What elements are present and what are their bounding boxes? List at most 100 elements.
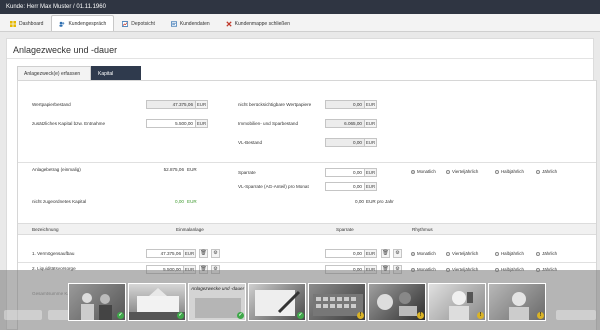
subtab-kapital-zuordnen[interactable]: Kapital zuordnen xyxy=(91,66,141,91)
radio-dot xyxy=(495,251,499,256)
thumb-caption: Anlagezwecke und -dauer xyxy=(191,286,245,291)
tab-label: Kundendaten xyxy=(179,20,210,27)
radio-label: Monatlich xyxy=(417,251,436,256)
pro-jahr-unit: EUR pro Jahr xyxy=(366,199,394,204)
unit-addon: EUR xyxy=(365,119,377,128)
wertpapierbestand-label: Wertpapierbestand xyxy=(32,102,71,107)
vl-bestand-field: 0,00 xyxy=(325,138,365,147)
check-icon: ✓ xyxy=(237,312,244,319)
unit-addon: EUR xyxy=(196,119,208,128)
row-divider xyxy=(18,262,596,263)
unit-label: EUR xyxy=(187,167,197,172)
unit-addon: EUR xyxy=(365,249,377,258)
radio-dot xyxy=(446,169,450,174)
row1-rhythm-jaehrlich[interactable]: Jährlich xyxy=(536,251,557,256)
check-icon: ✓ xyxy=(297,312,304,319)
radio-label: Vierteljährlich xyxy=(452,169,479,174)
row1-rhythm-monatlich[interactable]: Monatlich xyxy=(411,251,436,256)
thumb-building[interactable]: ✓ xyxy=(128,283,186,321)
tab-kundengespraech[interactable]: Kundengespräch xyxy=(51,15,115,31)
tab-dashboard[interactable]: Dashboard xyxy=(2,15,51,31)
warning-icon: ! xyxy=(537,312,544,319)
customer-data-icon xyxy=(170,20,178,27)
filmstrip: ✓ ✓ Anlagezwecke und -dauer ✓ ✓ ! ! ! ! xyxy=(68,283,546,321)
tab-label: Dashboard xyxy=(19,20,44,27)
anlagebetrag-value: 52.875,06 xyxy=(163,167,184,172)
thumb-objects[interactable]: ! xyxy=(368,283,426,321)
sparrate-label: Sparrate xyxy=(238,170,256,175)
continue-button[interactable] xyxy=(556,310,596,320)
main-nav: Dashboard Kundengespräch Depotsicht Kund… xyxy=(0,14,600,32)
thumb-writing[interactable]: ✓ xyxy=(248,283,306,321)
rhythm-vierteljaehrlich[interactable]: Vierteljährlich xyxy=(446,169,478,174)
wertpapierbestand-field: 47.375,06 xyxy=(146,100,196,109)
row1-rhythm-halbjaehrlich[interactable]: Halbjährlich xyxy=(495,251,524,256)
page-title: Anlagezwecke und -dauer xyxy=(13,45,118,55)
spar-input[interactable]: 0,00 xyxy=(325,249,365,258)
tab-label: Kundengespräch xyxy=(68,20,107,27)
nicht-beruecksichtigbare-label: nicht berücksichtigbare Wertpapiere xyxy=(238,102,312,107)
sparrate-input[interactable]: 0,00 xyxy=(325,168,365,177)
thumb-people[interactable]: ✓ xyxy=(68,283,126,321)
radio-dot xyxy=(536,169,540,174)
radio-dot xyxy=(536,251,540,256)
col-bezeichnung: Bezeichnung xyxy=(32,227,59,232)
thumb-phone[interactable]: ! xyxy=(428,283,486,321)
radio-dot xyxy=(446,251,450,256)
close-x-icon xyxy=(226,20,232,27)
anlagebetrag-label: Anlagebetrag (einmalig) xyxy=(32,167,81,172)
radio-dot xyxy=(495,169,499,174)
thumb-keyboard[interactable]: ! xyxy=(308,283,366,321)
col-sparrate: Sparrate xyxy=(336,227,354,232)
dashboard-icon xyxy=(10,20,16,27)
nicht-zugeordnet-value: 0,00 xyxy=(175,199,184,204)
settings-gear-icon[interactable]: ⚙ xyxy=(393,249,402,258)
vl-sparrate-input[interactable]: 0,00 xyxy=(325,182,365,191)
row1-rhythm-vierteljaehrlich[interactable]: Vierteljährlich xyxy=(446,251,478,256)
unit-addon: EUR xyxy=(365,168,377,177)
window-title-bar: Kunde: Herr Max Muster / 01.11.1960 xyxy=(0,0,600,14)
zusatz-kapital-input[interactable]: 5.500,00 xyxy=(146,119,196,128)
settings-gear-icon[interactable]: ⚙ xyxy=(211,249,220,258)
thumb-current[interactable]: Anlagezwecke und -dauer ✓ xyxy=(188,283,246,321)
pro-jahr-value: 0,00 xyxy=(355,199,364,204)
rhythm-halbjaehrlich[interactable]: Halbjährlich xyxy=(495,169,524,174)
tab-depotsicht[interactable]: Depotsicht xyxy=(114,15,163,31)
unit-addon: EUR xyxy=(365,182,377,191)
rhythm-monatlich[interactable]: Monatlich xyxy=(411,169,436,174)
row-label: 1. Vermögensaufbau xyxy=(32,251,75,256)
allocation-table-header: Bezeichnung Einmalanlage Sparrate Rhythm… xyxy=(18,223,596,235)
immobilien-label: Immobilien- und Sparbestand xyxy=(238,121,299,126)
subtab-anlagezwecke-erfassen[interactable]: Anlagezweck(e) erfassen xyxy=(17,66,91,80)
tab-kundenmappe-schliessen[interactable]: Kundenmappe schließen xyxy=(218,15,298,31)
unit-addon: EUR xyxy=(196,100,208,109)
back-button[interactable] xyxy=(4,310,42,320)
window-title: Kunde: Herr Max Muster / 01.11.1960 xyxy=(6,4,106,10)
section-divider xyxy=(18,162,596,163)
radio-label: Halbjährlich xyxy=(501,251,524,256)
zusatz-kapital-label: zusätzliches Kapital bzw. Entnahme xyxy=(32,121,106,126)
check-icon: ✓ xyxy=(117,312,124,319)
tab-label: Depotsicht xyxy=(131,20,155,27)
conversation-icon xyxy=(59,21,65,27)
delete-button[interactable]: 🗑 xyxy=(199,249,208,258)
unit-addon: EUR xyxy=(184,249,196,258)
thumb-portrait[interactable]: ! xyxy=(488,283,546,321)
col-einmalanlage: Einmalanlage xyxy=(176,227,204,232)
tab-kundendaten[interactable]: Kundendaten xyxy=(163,15,218,31)
delete-button[interactable]: 🗑 xyxy=(381,249,390,258)
rhythm-jaehrlich[interactable]: Jährlich xyxy=(536,169,557,174)
warning-icon: ! xyxy=(477,312,484,319)
radio-label: Halbjährlich xyxy=(501,169,524,174)
radio-label: Jährlich xyxy=(542,251,558,256)
einmal-input[interactable]: 47.375,06 xyxy=(146,249,184,258)
tab-label: Kundenmappe schließen xyxy=(234,20,290,27)
unit-addon: EUR xyxy=(365,138,377,147)
radio-dot xyxy=(411,251,415,256)
radio-label: Vierteljährlich xyxy=(452,251,479,256)
warning-icon: ! xyxy=(417,312,424,319)
depot-icon xyxy=(122,20,129,27)
vl-sparrate-label: VL-Sparrate (AG-Anteil) pro Monat xyxy=(238,184,309,189)
radio-label: Jährlich xyxy=(542,169,558,174)
nicht-zugeordnet-label: nicht zugeordnetes Kapital xyxy=(32,199,87,204)
